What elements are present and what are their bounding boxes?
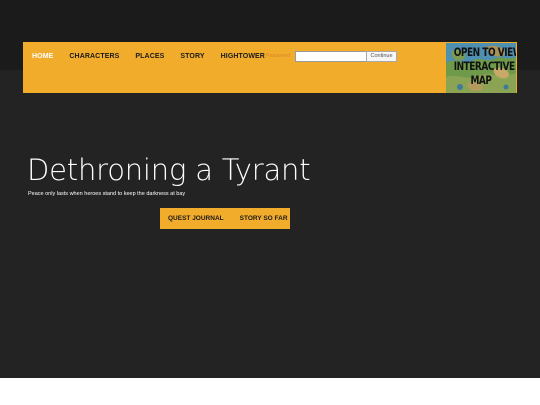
password-input[interactable]	[295, 51, 369, 62]
map-link-line: MAP	[470, 73, 492, 87]
hero-buttons: QUEST JOURNAL STORY SO FAR	[160, 208, 290, 229]
password-label: Password:	[266, 53, 292, 59]
quest-journal-button[interactable]: QUEST JOURNAL	[168, 215, 224, 222]
navbar: HOME CHARACTERS PLACES STORY HIGHTOWER P…	[23, 42, 517, 93]
nav-hightower-link[interactable]: HIGHTOWER	[221, 53, 265, 60]
map-link-line: INTERACTIVE	[453, 59, 515, 73]
map-link-text: OPEN TO VIEW INTERACTIVE MAP	[453, 45, 516, 87]
interactive-map-link[interactable]: OPEN TO VIEW INTERACTIVE MAP	[446, 43, 516, 93]
nav-story-link[interactable]: STORY	[180, 53, 204, 60]
story-so-far-button[interactable]: STORY SO FAR	[240, 215, 288, 222]
nav-home-link[interactable]: HOME	[32, 53, 53, 60]
nav-links: HOME CHARACTERS PLACES STORY HIGHTOWER	[23, 42, 265, 70]
continue-button[interactable]: Continue	[366, 51, 397, 62]
nav-characters-link[interactable]: CHARACTERS	[69, 53, 119, 60]
nav-places-link[interactable]: PLACES	[135, 53, 164, 60]
hero-subtitle: Peace only lasts when heroes stand to ke…	[28, 191, 186, 197]
hero-title: Dethroning a Tyrant	[27, 153, 311, 187]
map-link-line: OPEN TO VIEW	[453, 45, 516, 59]
